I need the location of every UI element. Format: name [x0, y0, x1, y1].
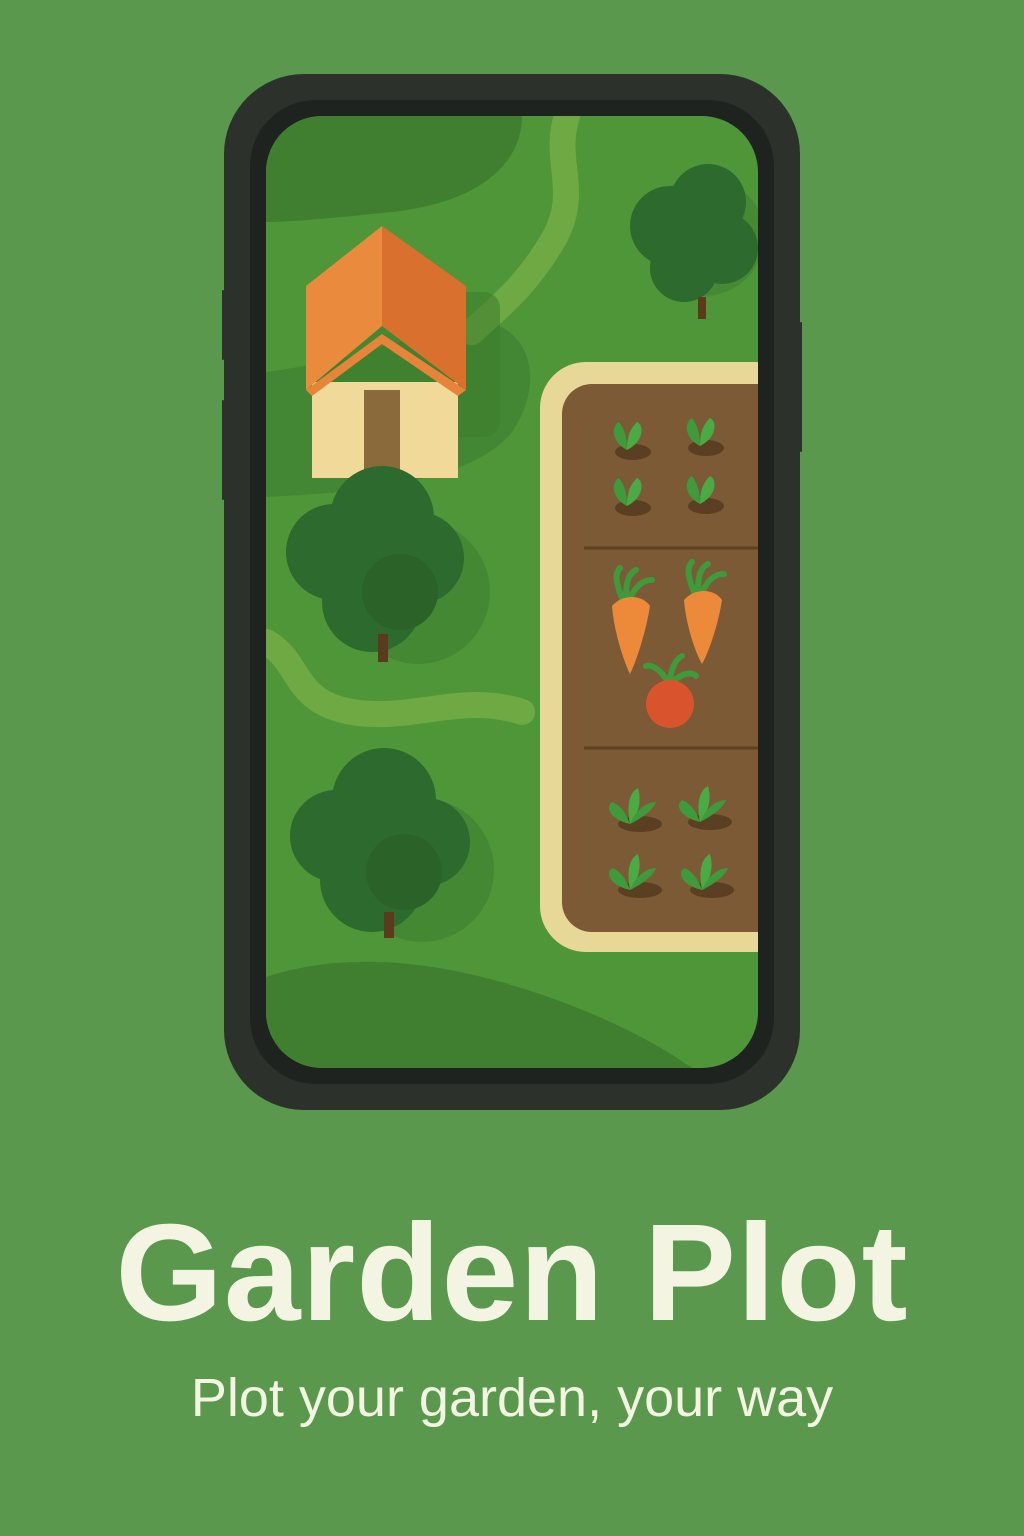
garden-map — [266, 116, 758, 1068]
phone-mockup — [222, 72, 802, 1112]
app-tagline: Plot your garden, your way — [190, 1368, 834, 1428]
app-title: Garden Plot — [115, 1196, 909, 1350]
